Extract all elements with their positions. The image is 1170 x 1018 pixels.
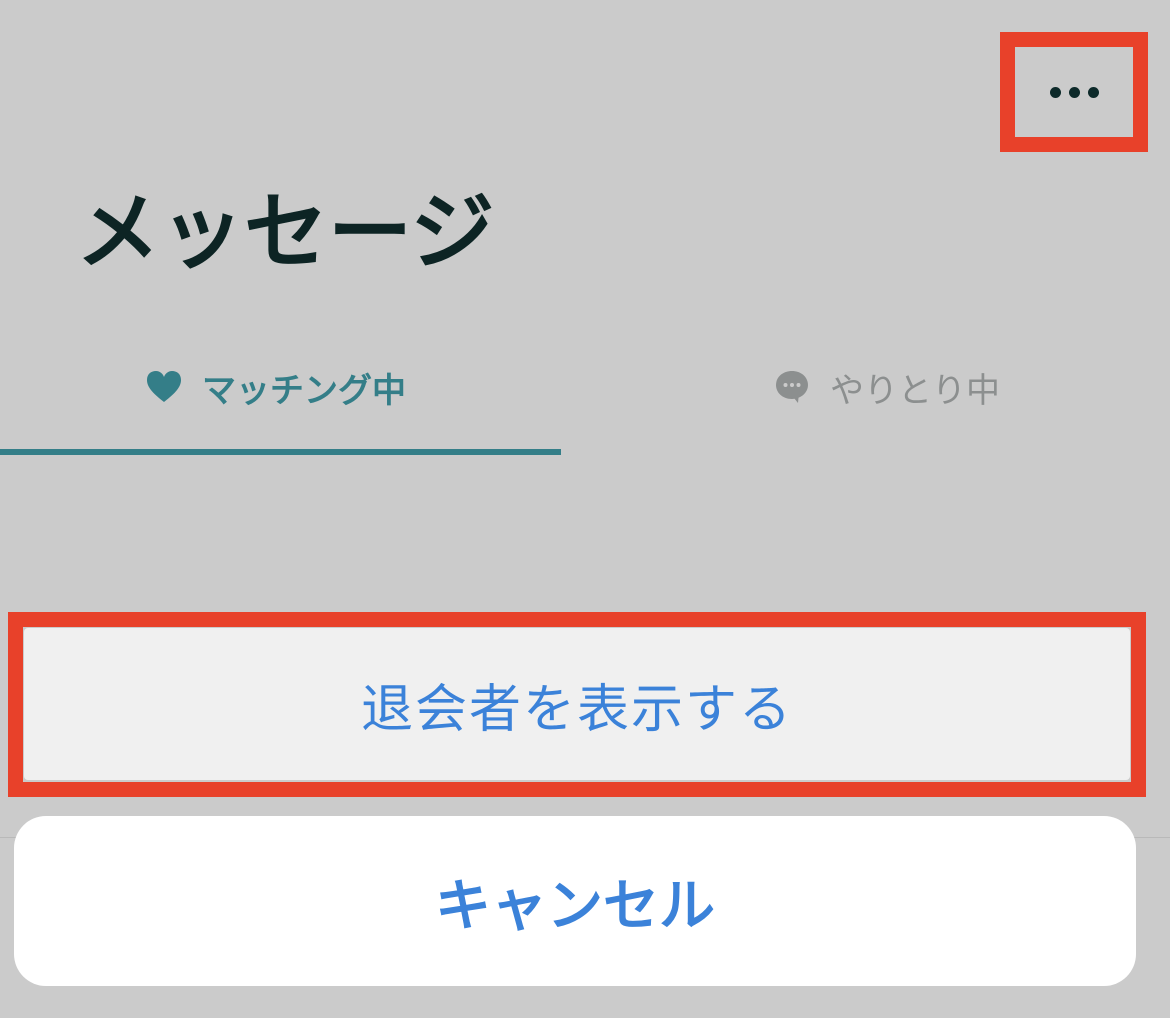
heart-icon xyxy=(147,371,181,402)
active-tab-indicator xyxy=(0,449,561,455)
page-title: メッセージ xyxy=(76,183,495,281)
cancel-button[interactable]: キャンセル xyxy=(14,816,1136,986)
tab-matching[interactable]: マッチング中 xyxy=(146,362,406,412)
tab-label: やりとり中 xyxy=(830,370,1000,411)
tab-label: マッチング中 xyxy=(202,370,406,411)
highlight-box-action-button xyxy=(8,612,1146,797)
tab-chatting[interactable]: やりとり中 xyxy=(774,362,1000,412)
cancel-label: キャンセル xyxy=(435,873,715,939)
speech-bubble-icon xyxy=(776,371,808,403)
highlight-box-more-button xyxy=(1000,32,1148,152)
